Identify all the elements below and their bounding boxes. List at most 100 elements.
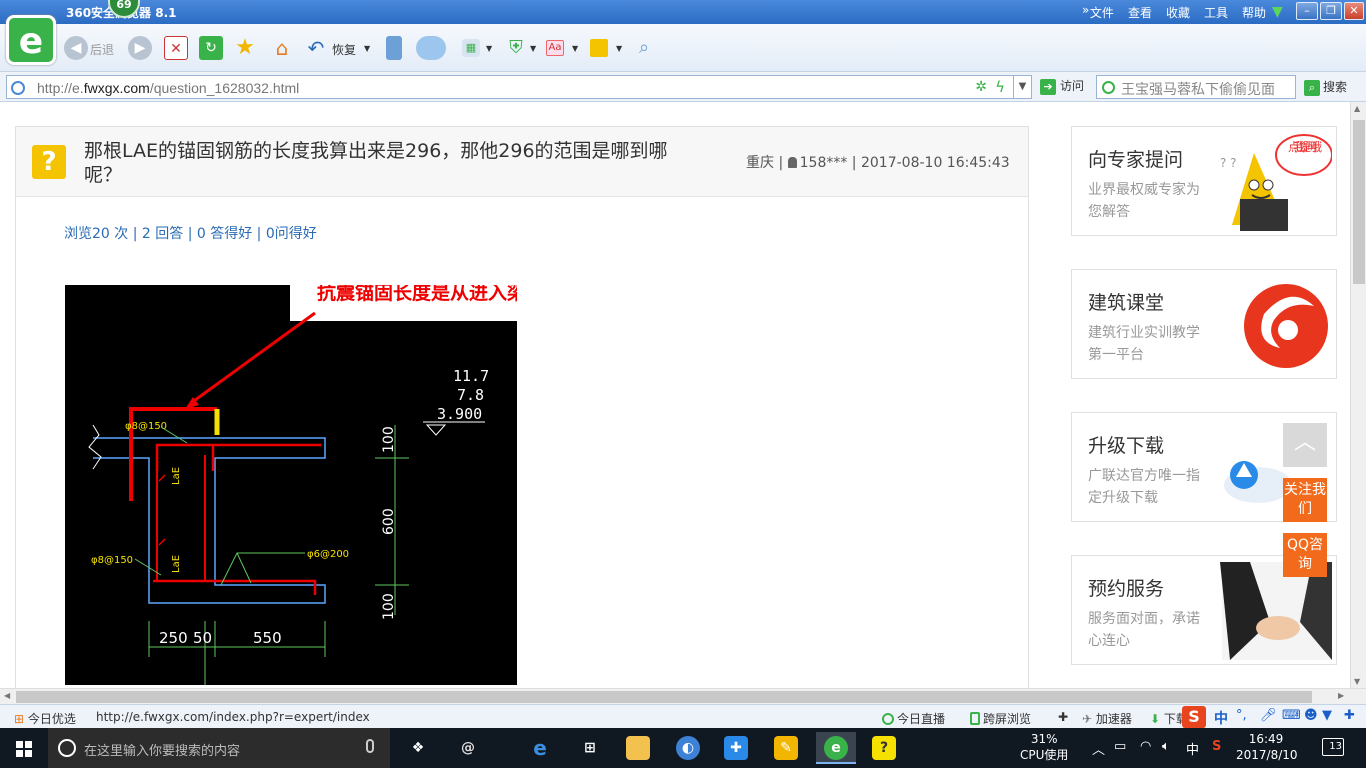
vertical-scroll-thumb[interactable] — [1353, 120, 1365, 284]
cloud-icon[interactable] — [416, 36, 446, 60]
sogou-ime-icon[interactable]: S — [1182, 706, 1206, 728]
url-input[interactable]: http://e.fwxgx.com/question_1628032.html… — [6, 75, 1032, 99]
task-view-icon: ❖ — [411, 740, 425, 756]
search-input[interactable]: 王宝强马蓉私下偷偷见面 — [1096, 75, 1296, 99]
go-button[interactable]: ➔ 访问 — [1040, 77, 1084, 95]
apps-dropdown-icon[interactable]: ▼ — [486, 44, 492, 53]
taskbar-app-browser2[interactable]: @ — [448, 732, 488, 764]
speed-mode-icon[interactable]: ϟ — [995, 78, 1005, 96]
menu-view[interactable]: 查看 — [1128, 4, 1152, 21]
stop-icon[interactable]: ✕ — [164, 36, 188, 60]
zoom-icon[interactable]: ⌕ — [632, 36, 656, 60]
level-7-8: 7.8 — [457, 386, 484, 404]
shield-dropdown-icon[interactable]: ▼ — [530, 44, 536, 53]
shirt-icon[interactable]: ▼ — [1322, 708, 1332, 723]
class-logo-icon — [1244, 284, 1328, 368]
apps-grid-icon[interactable]: ▦ — [462, 39, 480, 57]
today-picks[interactable]: ⊞ 今日优选 — [14, 710, 76, 727]
punctuation-icon[interactable]: °, — [1236, 708, 1247, 723]
menu-help[interactable]: 帮助 — [1242, 4, 1266, 21]
back-arrow-icon[interactable]: ◀ — [64, 36, 88, 60]
microphone-icon[interactable] — [366, 739, 374, 753]
battery-icon[interactable]: ▭ — [1114, 739, 1126, 754]
restore-icon[interactable]: ↶ — [304, 36, 328, 60]
search-engine-icon[interactable] — [1102, 81, 1115, 94]
task-view-button[interactable]: ❖ — [398, 732, 438, 764]
search-button[interactable]: ⌕ 搜索 — [1304, 78, 1347, 96]
tools-icon[interactable]: ✚ — [1344, 708, 1355, 723]
volume-icon[interactable]: 🔈︎ — [1162, 739, 1170, 754]
shield-icon[interactable]: ⛨ — [504, 36, 528, 60]
ask-expert-card[interactable]: 向专家提问 业界最权威专家为您解答 点我提问哦 ? ? — [1071, 126, 1337, 236]
back-label[interactable]: 后退 — [90, 41, 114, 58]
qq-consult-button[interactable]: QQ咨询 — [1283, 533, 1327, 577]
ime-language[interactable]: 中 — [1214, 708, 1228, 728]
upgrade-desc: 广联达官方唯一指定升级下载 — [1088, 468, 1200, 506]
translate-icon[interactable]: Aa — [546, 40, 564, 56]
menu-file[interactable]: 文件 — [1090, 4, 1114, 21]
user-skin-icon[interactable]: ☻ — [1304, 708, 1318, 723]
taskbar-ime[interactable]: 中 — [1186, 739, 1199, 758]
scroll-left-icon[interactable]: ◀ — [4, 691, 10, 700]
phone-icon[interactable] — [386, 36, 402, 60]
restore-label[interactable]: 恢复 — [332, 41, 356, 58]
ask-expert-desc: 业界最权威专家为您解答 — [1088, 182, 1200, 220]
cross-screen-button[interactable]: 跨屏浏览 — [970, 710, 1031, 727]
follow-us-button[interactable]: 关注我们 — [1283, 478, 1327, 522]
voice-icon[interactable]: 🎤︎ — [1260, 708, 1277, 723]
browser-logo-icon[interactable]: e — [6, 15, 56, 65]
restore-dropdown-icon[interactable]: ▼ — [364, 44, 370, 53]
screenshot-dropdown-icon[interactable]: ▼ — [616, 44, 622, 53]
tray-expand-icon[interactable]: ︿ — [1092, 739, 1105, 758]
back-to-top-button[interactable]: ︿ — [1283, 423, 1327, 467]
ime-toolbar[interactable]: S 中 °, 🎤︎ ⌨ ☻ ▼ ✚ — [1182, 705, 1366, 729]
horizontal-scroll-thumb[interactable] — [16, 691, 1312, 703]
taskbar-app-help[interactable]: ? — [864, 732, 904, 764]
taskbar-app-plus[interactable]: ✚ — [716, 732, 756, 764]
screenshot-icon[interactable] — [590, 39, 608, 57]
start-button[interactable] — [0, 728, 48, 768]
horizontal-scrollbar[interactable]: ◀ ▶ — [0, 688, 1366, 704]
maximize-button[interactable]: ❐ — [1320, 2, 1342, 20]
sogou-tray-icon[interactable]: S — [1212, 739, 1221, 754]
home-icon[interactable]: ⌂ — [270, 36, 294, 60]
taskbar-app-security[interactable]: ◐ — [668, 732, 708, 764]
taskbar-app-explorer[interactable] — [618, 732, 658, 764]
address-bar: http://e.fwxgx.com/question_1628032.html… — [0, 72, 1366, 102]
question-stats[interactable]: 浏览20 次 | 2 回答 | 0 答得好 | 0问得好 — [64, 223, 317, 243]
cpu-meter[interactable]: 31% CPU使用 — [1020, 731, 1068, 763]
vertical-scrollbar[interactable]: ▲ ▼ — [1350, 102, 1366, 688]
live-button[interactable]: 今日直播 — [882, 710, 945, 727]
action-center-button[interactable]: 13 — [1322, 738, 1344, 756]
skin-icon[interactable]: ▼ — [1272, 4, 1283, 20]
medical-icon[interactable]: ✚ — [1058, 710, 1068, 724]
taskbar-app-360browser[interactable]: e — [816, 732, 856, 764]
taskbar-search[interactable]: 在这里输入你要搜索的内容 — [48, 728, 390, 768]
menu-expand-icon[interactable]: » — [1082, 3, 1089, 17]
keyboard-icon[interactable]: ⌨ — [1282, 708, 1301, 723]
menu-favorites[interactable]: 收藏 — [1166, 4, 1190, 21]
scroll-up-icon[interactable]: ▲ — [1354, 104, 1360, 113]
translate-dropdown-icon[interactable]: ▼ — [572, 44, 578, 53]
edge-icon: e — [533, 736, 547, 760]
scroll-down-icon[interactable]: ▼ — [1354, 677, 1360, 686]
forward-arrow-icon[interactable]: ▶ — [128, 36, 152, 60]
taskbar-app-edge[interactable]: e — [520, 732, 560, 764]
clock[interactable]: 16:49 2017/8/10 — [1236, 731, 1298, 763]
refresh-icon[interactable]: ↻ — [199, 36, 223, 60]
question-figure[interactable]: 抗震锚固长度是从进入梁开始计算 11.7 7.8 3.900 LaE — [65, 285, 517, 685]
reload-icon[interactable]: ✲ — [975, 79, 987, 95]
building-class-card[interactable]: 建筑课堂 建筑行业实训教学第一平台 — [1071, 269, 1337, 379]
wifi-icon[interactable]: ◠ — [1140, 739, 1151, 754]
menu-tools[interactable]: 工具 — [1204, 4, 1228, 21]
minimize-button[interactable]: – — [1296, 2, 1318, 20]
accelerator-button[interactable]: ✈ 加速器 — [1082, 710, 1132, 727]
url-dropdown-icon[interactable]: ▼ — [1013, 76, 1031, 98]
favorite-star-icon[interactable]: ★ — [233, 36, 257, 60]
close-button[interactable]: ✕ — [1344, 2, 1364, 20]
scroll-right-icon[interactable]: ▶ — [1338, 691, 1344, 700]
title-bar: 360安全浏览器 8.1 69 » 文件 查看 收藏 工具 帮助 ▼ – ❐ ✕ — [0, 0, 1366, 24]
taskbar-app-notes[interactable]: ✎ — [766, 732, 806, 764]
question-user[interactable]: 158*** — [800, 155, 848, 171]
taskbar-app-store[interactable]: ⊞ — [570, 732, 610, 764]
